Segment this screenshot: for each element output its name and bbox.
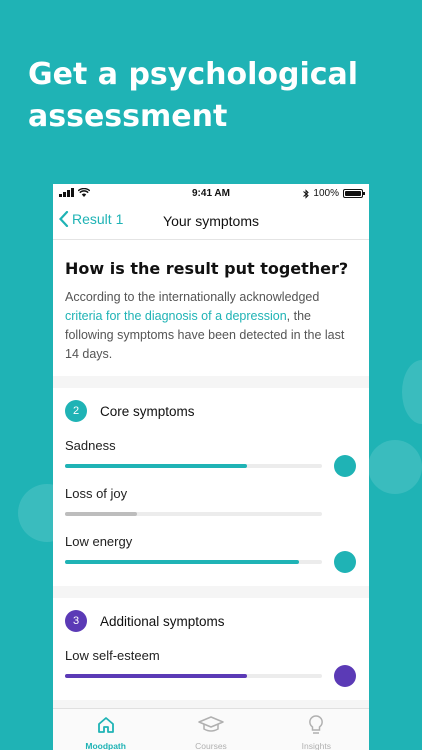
symptom-level-track	[65, 560, 322, 564]
symptom-level-track	[65, 512, 322, 516]
graduation-cap-icon	[198, 715, 224, 739]
symptom-row[interactable]: Loss of joy	[65, 482, 357, 530]
bluetooth-icon	[303, 188, 310, 199]
home-icon	[96, 715, 116, 739]
symptom-level-track	[65, 464, 322, 468]
tab-moodpath[interactable]: Moodpath	[53, 709, 158, 750]
intro-heading: How is the result put together?	[65, 259, 349, 278]
intro-text: According to the internationally acknowl…	[65, 288, 357, 364]
lightbulb-icon	[308, 715, 324, 739]
symptom-label: Loss of joy	[65, 486, 128, 501]
tab-label: Courses	[195, 741, 227, 750]
symptom-row[interactable]: Low self-esteem	[65, 644, 357, 692]
background-bubble	[368, 440, 422, 494]
group-title: Additional symptoms	[100, 613, 225, 629]
status-bar: 9:41 AM 100%	[53, 184, 369, 204]
intro-card: How is the result put together? Accordin…	[53, 241, 369, 376]
battery-percent: 100%	[313, 188, 339, 199]
symptom-level-fill	[65, 560, 299, 564]
symptom-group: 2 Core symptoms Sadness Loss of joy Low …	[53, 388, 369, 586]
tab-courses[interactable]: Courses	[158, 709, 263, 750]
symptom-level-track	[65, 674, 322, 678]
symptom-row[interactable]: Low energy	[65, 530, 357, 578]
background-bubble	[402, 360, 422, 424]
navigation-bar: Result 1 Your symptoms	[53, 204, 369, 240]
screen-title: Your symptoms	[163, 213, 259, 229]
symptoms-content[interactable]: How is the result put together? Accordin…	[53, 241, 369, 708]
battery-icon	[343, 189, 365, 198]
intro-text-before: According to the internationally acknowl…	[65, 290, 320, 304]
symptom-group: 3 Additional symptoms Low self-esteem	[53, 598, 369, 700]
phone-screen: 9:41 AM 100% Result 1 Your symptoms How …	[53, 184, 369, 750]
group-number-badge: 2	[65, 400, 87, 422]
tab-bar: Moodpath Courses Insights	[53, 708, 369, 750]
criteria-link[interactable]: criteria for the diagnosis of a depressi…	[65, 309, 287, 323]
status-right: 100%	[303, 188, 365, 199]
symptom-label: Low self-esteem	[65, 648, 160, 663]
tab-insights[interactable]: Insights	[264, 709, 369, 750]
symptom-label: Low energy	[65, 534, 133, 549]
group-number-badge: 3	[65, 610, 87, 632]
tab-label: Insights	[301, 741, 331, 750]
group-header: 3 Additional symptoms	[65, 610, 357, 632]
page-headline: Get a psychological assessment	[28, 57, 359, 134]
symptom-label: Sadness	[65, 438, 116, 453]
group-title: Core symptoms	[100, 403, 195, 419]
symptom-indicator-dot	[334, 551, 356, 573]
symptom-indicator-dot	[334, 665, 356, 687]
symptom-groups: 2 Core symptoms Sadness Loss of joy Low …	[53, 388, 369, 700]
symptom-row[interactable]: Sadness	[65, 434, 357, 482]
symptom-level-fill	[65, 512, 137, 516]
symptom-level-fill	[65, 674, 248, 678]
symptom-level-fill	[65, 464, 248, 468]
tab-label: Moodpath	[85, 741, 126, 750]
symptom-indicator-dot	[334, 455, 356, 477]
group-header: 2 Core symptoms	[65, 400, 357, 422]
